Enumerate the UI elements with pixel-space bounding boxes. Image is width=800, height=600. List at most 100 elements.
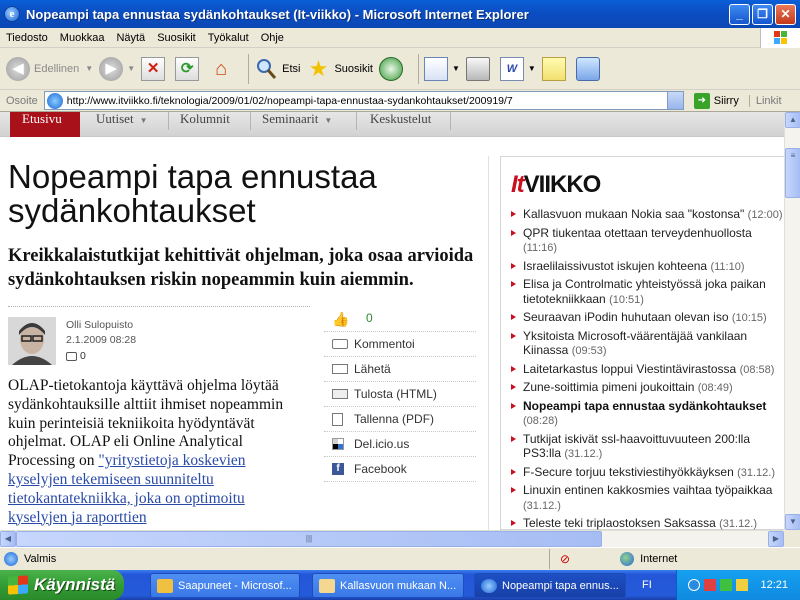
- privacy-icon[interactable]: ⊘: [560, 552, 570, 566]
- back-dropdown-icon[interactable]: ▼: [85, 64, 93, 73]
- hscroll-thumb[interactable]: |||: [16, 531, 602, 547]
- news-item[interactable]: Laitetarkastus loppui Viestintävirastoss…: [511, 362, 784, 378]
- star-icon: ★: [308, 55, 329, 81]
- tray-icon[interactable]: [720, 579, 733, 591]
- nav-uutiset[interactable]: Uutiset ▼: [84, 112, 168, 137]
- research-button[interactable]: [575, 56, 604, 81]
- print-button[interactable]: [465, 56, 494, 81]
- comment-count-value: 0: [80, 350, 86, 362]
- news-item[interactable]: Tutkijat iskivät ssl-haavoittuvuuteen 20…: [511, 432, 784, 462]
- news-item[interactable]: Teleste teki triplaostoksen Saksassa (31…: [511, 516, 784, 530]
- search-button[interactable]: Etsi: [254, 57, 300, 81]
- send-link[interactable]: Lähetä: [324, 357, 476, 382]
- address-bar: Osoite http://www.itviikko.fi/teknologia…: [0, 90, 800, 112]
- comment-link[interactable]: Kommentoi: [324, 332, 476, 357]
- go-button[interactable]: ➜ Siirry: [693, 92, 739, 109]
- menu-file[interactable]: Tiedosto: [0, 32, 54, 44]
- vertical-scrollbar[interactable]: ▲ ≡ ▼: [784, 112, 800, 530]
- news-item[interactable]: Kallasvuon mukaan Nokia saa "kostonsa" (…: [511, 207, 784, 223]
- horizontal-scrollbar[interactable]: ◀ ||| ▶: [0, 530, 784, 547]
- go-arrow-icon: ➜: [693, 92, 710, 109]
- scroll-up-icon[interactable]: ▲: [785, 112, 800, 128]
- tray-icon[interactable]: [688, 579, 701, 591]
- links-toolbar[interactable]: Linkit: [748, 94, 782, 107]
- site-nav: Etusivu Uutiset ▼ Kolumnit Seminaarit ▼ Ke…: [0, 112, 784, 137]
- restore-button[interactable]: ❐: [752, 3, 773, 25]
- forward-dropdown-icon[interactable]: ▼: [127, 64, 135, 73]
- like-button[interactable]: 👍 0: [324, 305, 476, 332]
- menu-tools[interactable]: Työkalut: [202, 32, 255, 44]
- author-name[interactable]: Olli Sulopuisto: [66, 319, 133, 331]
- nav-kolumnit[interactable]: Kolumnit: [168, 112, 250, 137]
- facebook-link[interactable]: f Facebook: [324, 457, 476, 482]
- refresh-button[interactable]: ⟳: [175, 56, 203, 81]
- favorites-button[interactable]: ★ Suosikit: [306, 55, 373, 81]
- system-tray: 12:21: [676, 570, 800, 600]
- minimize-button[interactable]: _: [729, 3, 750, 25]
- menu-view[interactable]: Näytä: [110, 32, 151, 44]
- stop-button[interactable]: ✕: [141, 56, 169, 81]
- address-url: http://www.itviikko.fi/teknologia/2009/0…: [66, 94, 513, 107]
- news-item[interactable]: Seuraavan iPodin huhutaan olevan iso (10…: [511, 310, 784, 326]
- status-bar: Valmis ⊘ Internet: [0, 547, 800, 570]
- mail-dropdown-icon[interactable]: ▼: [452, 64, 460, 73]
- delicious-link[interactable]: Del.icio.us: [324, 432, 476, 457]
- status-text: Valmis: [24, 553, 57, 565]
- news-item-current[interactable]: Nopeampi tapa ennustaa sydänkohtaukset (…: [511, 399, 784, 429]
- news-item[interactable]: Israelilaissivustot iskujen kohteena (11…: [511, 259, 784, 275]
- close-button[interactable]: ✕: [775, 3, 796, 25]
- clock[interactable]: 12:21: [760, 579, 788, 591]
- news-item[interactable]: Linuxin entinen kakkosmies vaihtaa työpa…: [511, 483, 784, 513]
- article-date: 2.1.2009 08:28: [66, 334, 137, 346]
- send-label: Lähetä: [354, 362, 391, 376]
- scroll-right-icon[interactable]: ▶: [768, 531, 784, 547]
- news-item[interactable]: QPR tiukentaa otettaan terveydenhuollost…: [511, 226, 784, 256]
- print-link[interactable]: Tulosta (HTML): [324, 382, 476, 407]
- news-item[interactable]: Yksitoista Microsoft-väärentäjää vankila…: [511, 329, 784, 359]
- home-icon: ⌂: [215, 57, 228, 80]
- menu-favorites[interactable]: Suosikit: [151, 32, 202, 44]
- back-button[interactable]: ◀ Edellinen ▼: [6, 56, 93, 81]
- news-item[interactable]: Elisa ja Controlmatic yhteistyössä joka …: [511, 277, 784, 307]
- menu-help[interactable]: Ohje: [255, 32, 290, 44]
- toolbar-separator: [248, 53, 250, 84]
- start-button[interactable]: Käynnistä: [0, 570, 124, 600]
- home-button[interactable]: ⌂: [209, 57, 237, 81]
- task-outlook[interactable]: Saapuneet - Microsof...: [150, 573, 300, 598]
- tray-icon[interactable]: [736, 579, 749, 591]
- edit-dropdown-icon[interactable]: ▼: [528, 64, 536, 73]
- nav-etusivu[interactable]: Etusivu: [10, 112, 80, 137]
- discuss-button[interactable]: [541, 56, 570, 81]
- security-zone[interactable]: Internet: [620, 552, 677, 566]
- globe-icon: [620, 552, 635, 566]
- printer-icon: [465, 56, 490, 81]
- thumbs-up-icon: 👍: [332, 311, 350, 327]
- news-item[interactable]: Zune-soittimia pimeni joukoittain (08:49…: [511, 380, 784, 396]
- nav-seminaarit[interactable]: Seminaarit ▼: [250, 112, 356, 137]
- mail-icon: [423, 56, 448, 81]
- task-ie-active[interactable]: Nopeampi tapa ennus...: [474, 573, 626, 598]
- scroll-down-icon[interactable]: ▼: [785, 514, 800, 530]
- facebook-label: Facebook: [354, 462, 407, 476]
- task-mail[interactable]: Kallasvuon mukaan N...: [312, 573, 464, 598]
- window-title-bar[interactable]: e Nopeampi tapa ennustaa sydänkohtaukset…: [0, 0, 800, 28]
- scroll-left-icon[interactable]: ◀: [0, 531, 16, 547]
- news-item[interactable]: F-Secure torjuu tekstiviestihyökkäyksen …: [511, 465, 784, 481]
- address-dropdown-icon[interactable]: [666, 92, 683, 109]
- address-input[interactable]: http://www.itviikko.fi/teknologia/2009/0…: [43, 91, 684, 110]
- start-label: Käynnistä: [34, 575, 116, 594]
- forward-button[interactable]: ▶ ▼: [99, 56, 135, 81]
- tray-icon[interactable]: [704, 579, 717, 591]
- save-pdf-link[interactable]: Tallenna (PDF): [324, 407, 476, 432]
- mail-button[interactable]: ▼: [423, 56, 460, 81]
- menu-edit[interactable]: Muokkaa: [54, 32, 111, 44]
- nav-keskustelut[interactable]: Keskustelut: [358, 112, 450, 137]
- history-button[interactable]: [378, 56, 407, 81]
- back-label: Edellinen: [34, 62, 80, 75]
- taskbar: Käynnistä Saapuneet - Microsof... Kallas…: [0, 570, 800, 600]
- comment-count[interactable]: 0: [66, 350, 86, 362]
- edit-word-button[interactable]: W ▼: [499, 56, 536, 81]
- itviikko-logo[interactable]: ItVIIKKO: [511, 171, 601, 199]
- language-indicator[interactable]: FI: [642, 579, 652, 591]
- scroll-thumb[interactable]: ≡: [785, 148, 800, 198]
